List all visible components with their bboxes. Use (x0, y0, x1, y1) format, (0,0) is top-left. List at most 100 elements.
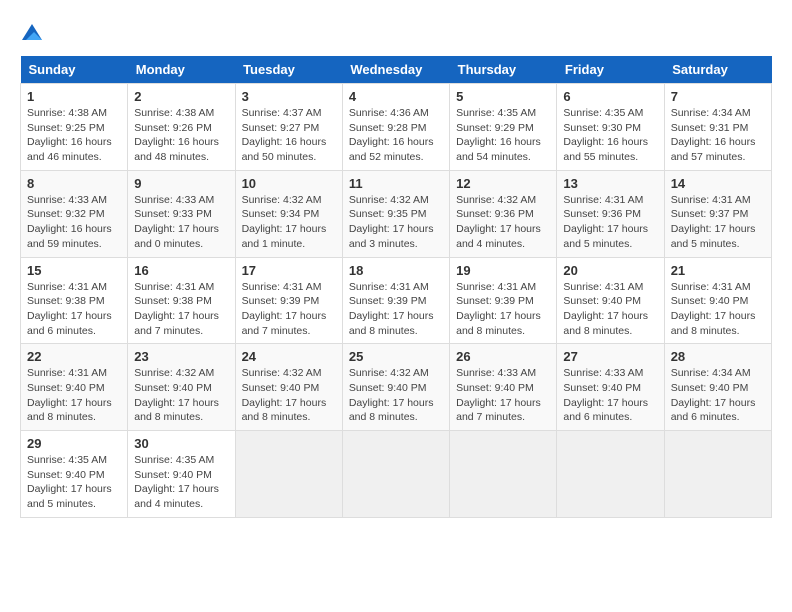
calendar-cell: 10 Sunrise: 4:32 AM Sunset: 9:34 PM Dayl… (235, 170, 342, 257)
week-row-5: 29 Sunrise: 4:35 AM Sunset: 9:40 PM Dayl… (21, 431, 772, 518)
week-row-3: 15 Sunrise: 4:31 AM Sunset: 9:38 PM Dayl… (21, 257, 772, 344)
calendar-cell: 7 Sunrise: 4:34 AM Sunset: 9:31 PM Dayli… (664, 84, 771, 171)
weekday-wednesday: Wednesday (342, 56, 449, 84)
day-number: 21 (671, 263, 765, 278)
day-number: 11 (349, 176, 443, 191)
calendar-cell: 23 Sunrise: 4:32 AM Sunset: 9:40 PM Dayl… (128, 344, 235, 431)
day-detail: Sunrise: 4:31 AM Sunset: 9:40 PM Dayligh… (671, 280, 765, 339)
calendar-cell: 30 Sunrise: 4:35 AM Sunset: 9:40 PM Dayl… (128, 431, 235, 518)
calendar-cell: 26 Sunrise: 4:33 AM Sunset: 9:40 PM Dayl… (450, 344, 557, 431)
calendar-cell: 13 Sunrise: 4:31 AM Sunset: 9:36 PM Dayl… (557, 170, 664, 257)
day-number: 24 (242, 349, 336, 364)
day-number: 4 (349, 89, 443, 104)
day-number: 5 (456, 89, 550, 104)
day-number: 20 (563, 263, 657, 278)
day-number: 13 (563, 176, 657, 191)
day-number: 7 (671, 89, 765, 104)
day-number: 8 (27, 176, 121, 191)
day-number: 6 (563, 89, 657, 104)
weekday-friday: Friday (557, 56, 664, 84)
day-detail: Sunrise: 4:32 AM Sunset: 9:40 PM Dayligh… (349, 366, 443, 425)
calendar-cell: 2 Sunrise: 4:38 AM Sunset: 9:26 PM Dayli… (128, 84, 235, 171)
week-row-4: 22 Sunrise: 4:31 AM Sunset: 9:40 PM Dayl… (21, 344, 772, 431)
week-row-2: 8 Sunrise: 4:33 AM Sunset: 9:32 PM Dayli… (21, 170, 772, 257)
calendar-cell: 3 Sunrise: 4:37 AM Sunset: 9:27 PM Dayli… (235, 84, 342, 171)
calendar-cell: 14 Sunrise: 4:31 AM Sunset: 9:37 PM Dayl… (664, 170, 771, 257)
logo-icon (20, 22, 44, 46)
calendar-cell: 17 Sunrise: 4:31 AM Sunset: 9:39 PM Dayl… (235, 257, 342, 344)
day-detail: Sunrise: 4:36 AM Sunset: 9:28 PM Dayligh… (349, 106, 443, 165)
day-number: 25 (349, 349, 443, 364)
calendar-cell: 19 Sunrise: 4:31 AM Sunset: 9:39 PM Dayl… (450, 257, 557, 344)
day-detail: Sunrise: 4:33 AM Sunset: 9:40 PM Dayligh… (456, 366, 550, 425)
calendar-cell: 27 Sunrise: 4:33 AM Sunset: 9:40 PM Dayl… (557, 344, 664, 431)
day-number: 18 (349, 263, 443, 278)
calendar-cell: 24 Sunrise: 4:32 AM Sunset: 9:40 PM Dayl… (235, 344, 342, 431)
day-number: 28 (671, 349, 765, 364)
calendar-cell: 29 Sunrise: 4:35 AM Sunset: 9:40 PM Dayl… (21, 431, 128, 518)
day-detail: Sunrise: 4:34 AM Sunset: 9:31 PM Dayligh… (671, 106, 765, 165)
calendar-cell: 15 Sunrise: 4:31 AM Sunset: 9:38 PM Dayl… (21, 257, 128, 344)
day-detail: Sunrise: 4:32 AM Sunset: 9:36 PM Dayligh… (456, 193, 550, 252)
calendar-cell: 20 Sunrise: 4:31 AM Sunset: 9:40 PM Dayl… (557, 257, 664, 344)
calendar-cell: 8 Sunrise: 4:33 AM Sunset: 9:32 PM Dayli… (21, 170, 128, 257)
day-number: 19 (456, 263, 550, 278)
day-detail: Sunrise: 4:31 AM Sunset: 9:40 PM Dayligh… (27, 366, 121, 425)
day-detail: Sunrise: 4:31 AM Sunset: 9:36 PM Dayligh… (563, 193, 657, 252)
day-number: 26 (456, 349, 550, 364)
day-number: 15 (27, 263, 121, 278)
week-row-1: 1 Sunrise: 4:38 AM Sunset: 9:25 PM Dayli… (21, 84, 772, 171)
day-detail: Sunrise: 4:33 AM Sunset: 9:33 PM Dayligh… (134, 193, 228, 252)
day-detail: Sunrise: 4:35 AM Sunset: 9:30 PM Dayligh… (563, 106, 657, 165)
weekday-monday: Monday (128, 56, 235, 84)
day-number: 1 (27, 89, 121, 104)
day-detail: Sunrise: 4:31 AM Sunset: 9:38 PM Dayligh… (27, 280, 121, 339)
day-number: 29 (27, 436, 121, 451)
calendar-cell: 5 Sunrise: 4:35 AM Sunset: 9:29 PM Dayli… (450, 84, 557, 171)
day-number: 12 (456, 176, 550, 191)
calendar-cell: 4 Sunrise: 4:36 AM Sunset: 9:28 PM Dayli… (342, 84, 449, 171)
calendar-cell: 28 Sunrise: 4:34 AM Sunset: 9:40 PM Dayl… (664, 344, 771, 431)
day-detail: Sunrise: 4:31 AM Sunset: 9:37 PM Dayligh… (671, 193, 765, 252)
calendar-cell (557, 431, 664, 518)
day-detail: Sunrise: 4:37 AM Sunset: 9:27 PM Dayligh… (242, 106, 336, 165)
day-detail: Sunrise: 4:32 AM Sunset: 9:35 PM Dayligh… (349, 193, 443, 252)
day-detail: Sunrise: 4:32 AM Sunset: 9:40 PM Dayligh… (242, 366, 336, 425)
day-detail: Sunrise: 4:35 AM Sunset: 9:29 PM Dayligh… (456, 106, 550, 165)
day-detail: Sunrise: 4:32 AM Sunset: 9:40 PM Dayligh… (134, 366, 228, 425)
weekday-saturday: Saturday (664, 56, 771, 84)
calendar-cell (664, 431, 771, 518)
calendar-cell: 6 Sunrise: 4:35 AM Sunset: 9:30 PM Dayli… (557, 84, 664, 171)
day-number: 10 (242, 176, 336, 191)
logo (20, 20, 48, 46)
calendar-cell: 16 Sunrise: 4:31 AM Sunset: 9:38 PM Dayl… (128, 257, 235, 344)
day-detail: Sunrise: 4:33 AM Sunset: 9:32 PM Dayligh… (27, 193, 121, 252)
day-detail: Sunrise: 4:31 AM Sunset: 9:39 PM Dayligh… (242, 280, 336, 339)
calendar-cell: 25 Sunrise: 4:32 AM Sunset: 9:40 PM Dayl… (342, 344, 449, 431)
day-detail: Sunrise: 4:38 AM Sunset: 9:25 PM Dayligh… (27, 106, 121, 165)
calendar-body: 1 Sunrise: 4:38 AM Sunset: 9:25 PM Dayli… (21, 84, 772, 518)
calendar-cell (235, 431, 342, 518)
weekday-thursday: Thursday (450, 56, 557, 84)
day-detail: Sunrise: 4:31 AM Sunset: 9:38 PM Dayligh… (134, 280, 228, 339)
day-number: 22 (27, 349, 121, 364)
day-number: 2 (134, 89, 228, 104)
calendar-cell (342, 431, 449, 518)
weekday-tuesday: Tuesday (235, 56, 342, 84)
calendar-cell: 11 Sunrise: 4:32 AM Sunset: 9:35 PM Dayl… (342, 170, 449, 257)
day-detail: Sunrise: 4:35 AM Sunset: 9:40 PM Dayligh… (27, 453, 121, 512)
calendar-cell: 22 Sunrise: 4:31 AM Sunset: 9:40 PM Dayl… (21, 344, 128, 431)
day-number: 14 (671, 176, 765, 191)
day-detail: Sunrise: 4:32 AM Sunset: 9:34 PM Dayligh… (242, 193, 336, 252)
day-number: 16 (134, 263, 228, 278)
calendar-cell: 12 Sunrise: 4:32 AM Sunset: 9:36 PM Dayl… (450, 170, 557, 257)
weekday-sunday: Sunday (21, 56, 128, 84)
day-number: 9 (134, 176, 228, 191)
calendar-cell: 9 Sunrise: 4:33 AM Sunset: 9:33 PM Dayli… (128, 170, 235, 257)
day-number: 3 (242, 89, 336, 104)
day-number: 23 (134, 349, 228, 364)
day-number: 17 (242, 263, 336, 278)
calendar-cell (450, 431, 557, 518)
header (20, 20, 772, 46)
calendar-cell: 1 Sunrise: 4:38 AM Sunset: 9:25 PM Dayli… (21, 84, 128, 171)
